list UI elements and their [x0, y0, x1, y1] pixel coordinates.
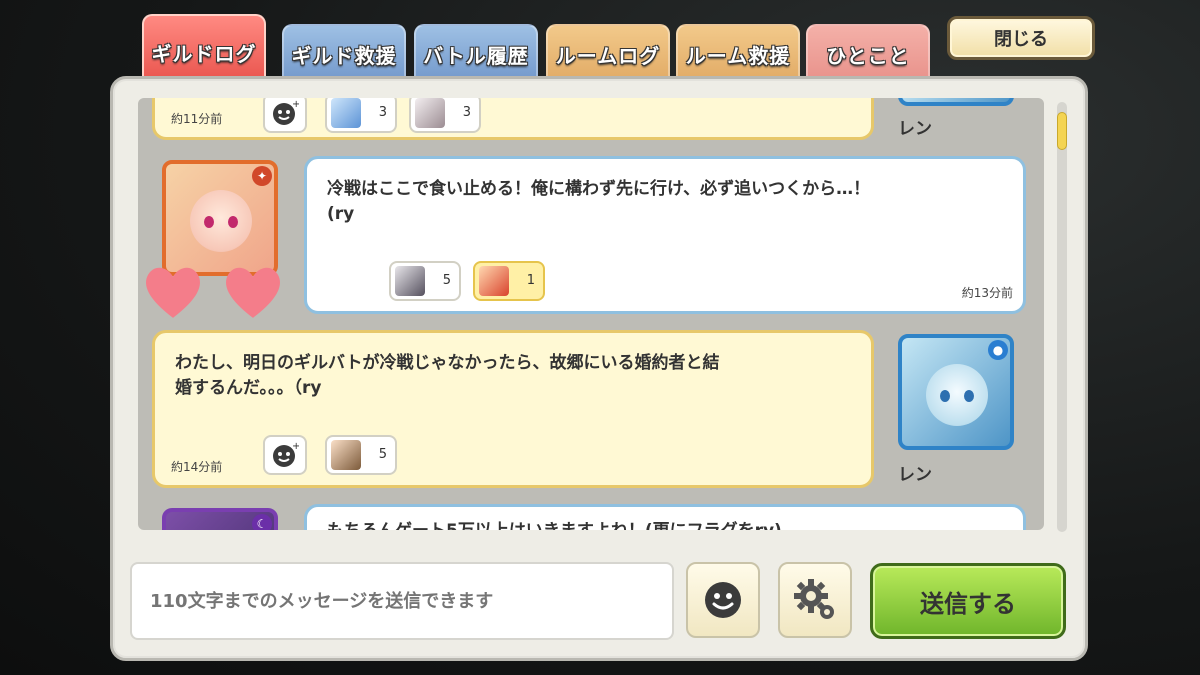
message-bubble: 冷戦はここで食い止める！俺に構わず先に行け、必ず追いつくから…！ (ry 5 1… [304, 156, 1026, 314]
add-reaction-button[interactable]: + [263, 435, 307, 475]
heart-icon [226, 267, 280, 318]
eye [204, 216, 214, 228]
tab-bar: ギルドログ ギルド救援 バトル履歴 ルームログ ルーム救援 ひとこと [142, 14, 942, 86]
message-time: 約14分前 [171, 460, 223, 474]
character-portrait [926, 364, 988, 426]
stamp-button[interactable] [686, 562, 760, 638]
dark-element-icon: ☾ [252, 514, 272, 530]
reaction-count: 5 [442, 273, 451, 288]
reaction-chip[interactable]: 5 [389, 261, 461, 301]
chat-log[interactable]: 約11分前 + 3 3 レン ✦ 冷戦はここで食い止める！俺に構わず先に行け、必… [138, 98, 1044, 530]
reaction-chip[interactable]: 3 [325, 98, 397, 133]
message-bubble: もちろんゲート5万以上はいきますよね！(更にフラグをry) [304, 504, 1026, 530]
fire-element-icon: ✦ [252, 166, 272, 186]
character-blue-hair-icon [331, 98, 361, 128]
message-text-line: 冷戦はここで食い止める！俺に構わず先に行け、必ず追いつくから…！ [327, 179, 871, 199]
message-time: 約13分前 [961, 286, 1013, 300]
eye [964, 390, 974, 402]
scrollbar-track[interactable] [1057, 102, 1067, 532]
svg-text:+: + [292, 99, 299, 110]
reaction-count: 3 [462, 105, 471, 120]
smiley-plus-icon: + [273, 441, 299, 467]
message-text: 冷戦はここで食い止める！俺に構わず先に行け、必ず追いつくから…！ (ry [327, 177, 1003, 227]
svg-text:+: + [292, 441, 299, 452]
gear-icon [794, 579, 834, 619]
message-text-line: 婚するんだ。。。（ry [175, 378, 322, 398]
message-text-line: わたし、明日のギルバトが冷戦じゃなかったら、故郷にいる婚約者と結 [175, 353, 720, 373]
heart-icon [146, 267, 200, 318]
character-white-hair-icon [415, 98, 445, 128]
message-text: わたし、明日のギルバトが冷戦じゃなかったら、故郷にいる婚約者と結 婚するんだ。。… [175, 351, 851, 401]
eye [940, 390, 950, 402]
avatar[interactable]: ☾ [162, 508, 278, 530]
character-dark-hair-icon [395, 266, 425, 296]
reaction-count: 1 [526, 273, 535, 288]
send-button[interactable]: 送信する [870, 563, 1066, 639]
author-name: レン [898, 119, 932, 139]
author-name: レン [898, 465, 932, 485]
message-text-line: (ry [327, 204, 355, 224]
message-input[interactable] [130, 562, 674, 640]
message-bubble: 約11分前 + 3 3 [152, 98, 874, 140]
message-bubble: わたし、明日のギルバトが冷戦じゃなかったら、故郷にいる婚約者と結 婚するんだ。。… [152, 330, 874, 488]
scrollbar-thumb[interactable] [1057, 112, 1067, 150]
message-text: もちろんゲート5万以上はいきますよね！(更にフラグをry) [327, 519, 1003, 530]
message-time: 約11分前 [171, 112, 223, 126]
reaction-chip[interactable]: 3 [409, 98, 481, 133]
eye [228, 216, 238, 228]
settings-button[interactable] [778, 562, 852, 638]
smiley-icon [705, 582, 741, 618]
reaction-chip[interactable]: 5 [325, 435, 397, 475]
add-reaction-button[interactable]: + [263, 98, 307, 133]
character-portrait [190, 190, 252, 252]
water-element-icon: ● [988, 340, 1008, 360]
avatar[interactable] [898, 98, 1014, 106]
smiley-plus-icon: + [273, 99, 299, 125]
close-button[interactable]: 閉じる [947, 16, 1095, 60]
reaction-count: 5 [378, 447, 387, 462]
reaction-count: 3 [378, 105, 387, 120]
reaction-chip[interactable]: 1 [473, 261, 545, 301]
character-red-hair-icon [479, 266, 509, 296]
avatar[interactable]: ● [898, 334, 1014, 450]
character-crying-icon [331, 440, 361, 470]
